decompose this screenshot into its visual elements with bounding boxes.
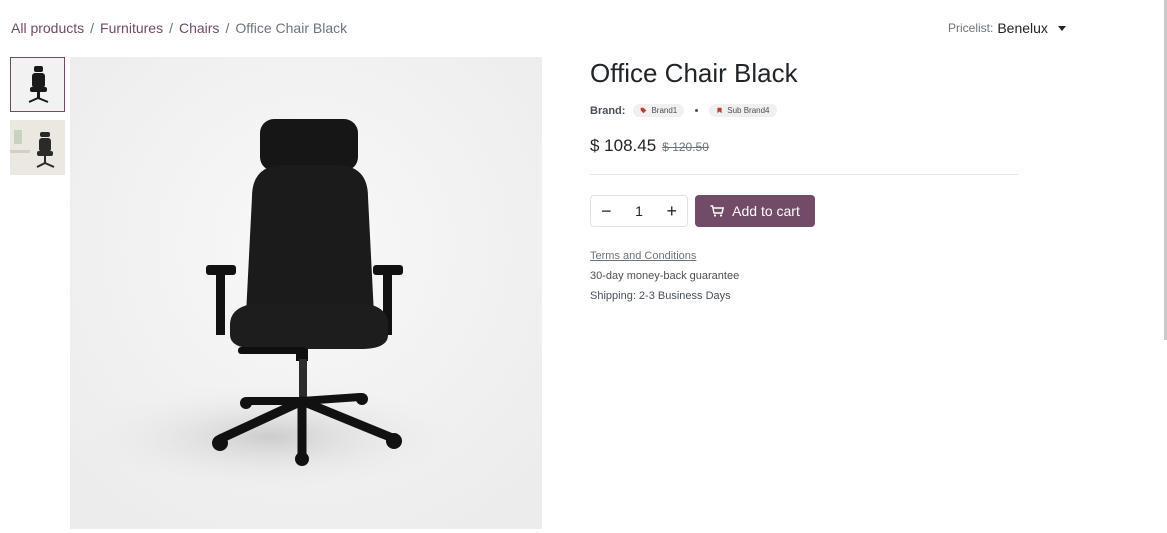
tag-icon (641, 107, 647, 114)
breadcrumb-all-products[interactable]: All products (11, 20, 84, 36)
divider (590, 174, 1018, 175)
breadcrumb-current: Office Chair Black (235, 20, 348, 36)
breadcrumb-furnitures[interactable]: Furnitures (100, 20, 163, 36)
minus-icon[interactable]: − (601, 202, 612, 220)
quantity-value[interactable]: 1 (635, 203, 643, 219)
cart-icon (710, 205, 725, 217)
brand-row: Brand: Brand1 Sub Brand4 (590, 104, 777, 117)
breadcrumb-separator: / (169, 20, 173, 36)
product-image (70, 57, 542, 529)
quantity-stepper: − 1 + (590, 195, 688, 227)
room-thumbnail-icon (10, 120, 65, 175)
separator-dot (695, 109, 699, 112)
current-price: $ 108.45 (590, 136, 657, 155)
breadcrumb-separator: / (90, 20, 95, 36)
pricelist-dropdown[interactable]: Pricelist: Benelux (948, 20, 1066, 36)
pricelist-label: Pricelist: (948, 21, 994, 35)
add-to-cart-button[interactable]: Add to cart (695, 195, 815, 227)
breadcrumb-separator: / (225, 20, 230, 36)
breadcrumb: All products / Furnitures / Chairs / Off… (11, 20, 347, 36)
shipping-text: Shipping: 2-3 Business Days (590, 290, 731, 302)
caret-down-icon (1057, 26, 1066, 31)
guarantee-text: 30-day money-back guarantee (590, 270, 740, 282)
bookmark-icon (717, 107, 722, 114)
old-price: $ 120.50 (662, 140, 709, 154)
product-title: Office Chair Black (590, 58, 798, 88)
thumbnail-front[interactable] (10, 57, 65, 112)
brand-label: Brand: (590, 104, 626, 117)
breadcrumb-chairs[interactable]: Chairs (179, 20, 219, 36)
brand-tag[interactable]: Brand1 (633, 104, 685, 117)
sub-brand-tag-label: Sub Brand4 (727, 106, 770, 115)
chair-thumbnail-icon (11, 58, 64, 111)
office-chair-image (70, 57, 542, 529)
add-to-cart-label: Add to cart (732, 203, 800, 219)
brand-tag-label: Brand1 (651, 106, 678, 115)
price-block: $ 108.45 $ 120.50 (590, 136, 709, 156)
plus-icon[interactable]: + (666, 202, 677, 220)
terms-link[interactable]: Terms and Conditions (590, 250, 696, 262)
thumbnail-room[interactable] (10, 120, 65, 175)
pricelist-value: Benelux (997, 20, 1048, 36)
sub-brand-tag[interactable]: Sub Brand4 (709, 104, 777, 117)
